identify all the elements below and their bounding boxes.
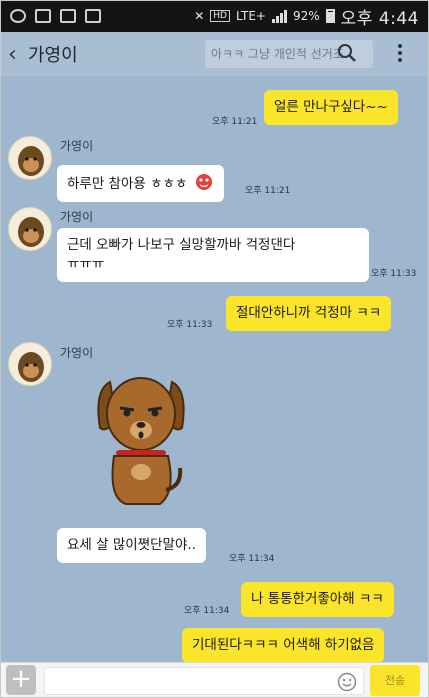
- message-bubble[interactable]: 근데 오빠가 나보구 실망할까바 걱정댄다 ㅠㅠㅠ: [57, 228, 369, 282]
- chat-header: ‹ 가영이 아ㅋㅋ 그냥 개인적 선거조: [0, 32, 429, 76]
- message-time: 오후 11:33: [371, 269, 417, 279]
- chat-title: 가영이: [28, 45, 78, 66]
- message-bubble[interactable]: 하루만 참아용 ㅎㅎㅎ: [57, 165, 224, 202]
- sender-name: 가영이: [60, 346, 94, 360]
- network-type: LTE+: [235, 9, 266, 23]
- send-button[interactable]: 전송: [370, 665, 420, 696]
- brown-dog-sticker[interactable]: [96, 372, 186, 512]
- avatar-image: [18, 217, 44, 247]
- message-input[interactable]: [44, 667, 364, 695]
- avatar-image: [18, 146, 44, 176]
- attach-button[interactable]: +: [6, 665, 36, 695]
- message-time: 오후 11:34: [229, 554, 275, 564]
- message-time: 오후 11:34: [184, 606, 230, 616]
- back-button[interactable]: ‹: [8, 42, 24, 67]
- battery-percent: 92%: [292, 9, 320, 23]
- chat-screen: ✕ HD LTE+ 92% 오후 4:44 ‹ 가영이 아ㅋㅋ 그냥 개인적 선…: [0, 0, 429, 698]
- input-bar: + 전송: [0, 662, 429, 698]
- clock: 오후 4:44: [340, 8, 419, 29]
- search-icon[interactable]: [337, 43, 357, 63]
- chart-icon: [60, 9, 76, 23]
- sync-icon: [10, 9, 26, 23]
- message-line: 근데 오빠가 나보구 실망할까바 걱정댄다: [67, 237, 296, 253]
- talk-icon: [85, 9, 101, 23]
- message-bubble[interactable]: 기대된다ㅋㅋㅋ 어색해 하기없음: [182, 628, 385, 663]
- image-icon: [35, 9, 51, 23]
- battery-icon: [325, 9, 335, 23]
- message-line: ㅠㅠㅠ: [67, 256, 105, 272]
- emoticon-icon: [195, 174, 212, 190]
- message-time: 오후 11:33: [167, 320, 213, 330]
- message-time: 오후 11:21: [212, 117, 258, 127]
- message-time: 오후 11:21: [245, 186, 291, 196]
- message-bubble[interactable]: 나 통통한거좋아해 ㅋㅋ: [241, 582, 394, 617]
- message-bubble[interactable]: 요세 살 많이쪗단말야..: [57, 528, 206, 563]
- signal-icon: [271, 9, 287, 23]
- sender-name: 가영이: [60, 139, 94, 153]
- avatar-image: [18, 352, 44, 382]
- emoticon-button-icon[interactable]: [337, 672, 357, 692]
- avatar[interactable]: [8, 136, 52, 180]
- status-bar: ✕ HD LTE+ 92% 오후 4:44: [0, 0, 429, 32]
- message-bubble[interactable]: 절대안하니까 걱정마 ㅋㅋ: [226, 296, 392, 331]
- sender-name: 가영이: [60, 210, 94, 224]
- mute-icon: ✕: [194, 9, 205, 23]
- message-bubble[interactable]: 얼른 만나구싶다~~: [264, 90, 398, 125]
- hd-icon: HD: [210, 10, 230, 22]
- message-text: 하루만 참아용 ㅎㅎㅎ: [67, 176, 188, 192]
- menu-icon[interactable]: [398, 44, 402, 62]
- avatar[interactable]: [8, 207, 52, 251]
- avatar[interactable]: [8, 342, 52, 386]
